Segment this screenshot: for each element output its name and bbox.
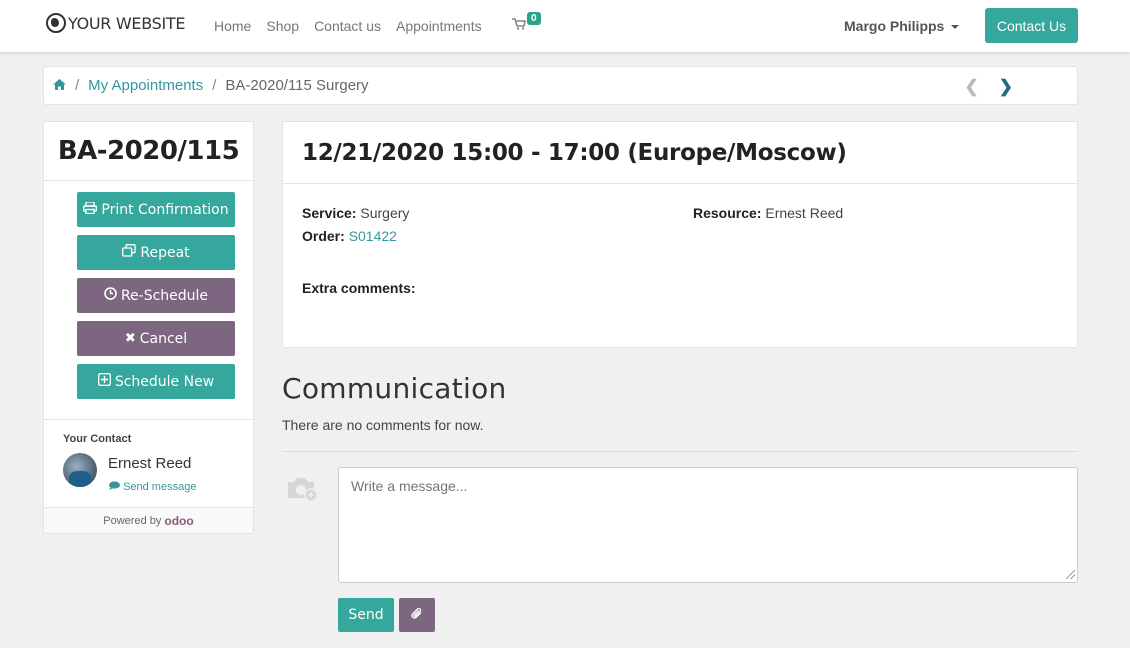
cart-icon: [512, 18, 526, 30]
avatar: [63, 453, 97, 487]
appointment-reference: BA-2020/115: [44, 122, 253, 181]
breadcrumb: / My Appointments / BA-2020/115 Surgery …: [43, 66, 1078, 105]
contact-us-button[interactable]: Contact Us: [985, 8, 1078, 43]
nav-home[interactable]: Home: [214, 18, 251, 34]
contact-name: Ernest Reed: [108, 455, 192, 472]
plus-square-icon: [97, 373, 111, 390]
resource-label: Resource:: [693, 205, 762, 221]
paperclip-icon: [411, 607, 423, 623]
resource-value: Ernest Reed: [765, 205, 844, 221]
resize-handle[interactable]: [1066, 570, 1075, 579]
print-icon: [83, 200, 98, 218]
service-label: Service:: [302, 205, 357, 221]
caret-down-icon: [951, 25, 960, 30]
cart-link[interactable]: 0: [512, 12, 541, 30]
camera-icon: [286, 474, 320, 502]
top-navbar: YOUR WEBSITE Home Shop Contact us Appoin…: [0, 0, 1130, 52]
nav-shop[interactable]: Shop: [266, 18, 299, 34]
chevron-left-icon[interactable]: ❮: [965, 77, 979, 97]
order-link[interactable]: S01422: [349, 228, 397, 244]
nav-appointments[interactable]: Appointments: [396, 18, 482, 34]
breadcrumb-separator: /: [212, 77, 217, 94]
breadcrumb-separator: /: [75, 77, 80, 94]
order-field: Order: S01422: [302, 228, 397, 244]
clock-icon: [104, 287, 117, 304]
repeat-label: Repeat: [140, 244, 190, 261]
powered-by-text: Powered by: [103, 514, 162, 527]
powered-by-footer: Powered by odoo: [44, 507, 253, 533]
breadcrumb-current: BA-2020/115 Surgery: [225, 77, 369, 94]
order-label: Order:: [302, 228, 345, 244]
record-pager: ❮ ❯: [965, 77, 1014, 97]
appointment-datetime: 12/21/2020 15:00 - 17:00 (Europe/Moscow): [283, 122, 1077, 184]
cancel-label: Cancel: [139, 330, 188, 347]
globe-icon: [46, 13, 66, 33]
your-contact-label: Your Contact: [63, 433, 132, 445]
send-message-link[interactable]: Send message: [109, 481, 196, 493]
home-icon[interactable]: [53, 78, 66, 93]
repeat-button[interactable]: Repeat: [77, 235, 235, 270]
extra-comments-label: Extra comments:: [302, 280, 416, 296]
comment-icon: [109, 481, 123, 493]
user-menu-dropdown[interactable]: Margo Philipps: [844, 18, 960, 34]
service-field: Service: Surgery: [302, 205, 409, 221]
copy-icon: [122, 244, 137, 261]
brand-logo[interactable]: YOUR WEBSITE: [46, 13, 186, 33]
divider: [282, 451, 1078, 452]
odoo-logo[interactable]: odoo: [164, 514, 193, 528]
communication-heading: Communication: [282, 372, 507, 405]
reschedule-button[interactable]: Re-Schedule: [77, 278, 235, 313]
cart-count-badge: 0: [527, 12, 541, 25]
schedule-new-button[interactable]: Schedule New: [77, 364, 235, 399]
attach-button[interactable]: [399, 598, 435, 632]
cancel-button[interactable]: ✖ Cancel: [77, 321, 235, 356]
send-message-label: Send message: [123, 481, 197, 493]
breadcrumb-my-appointments[interactable]: My Appointments: [88, 77, 203, 94]
send-button[interactable]: Send: [338, 598, 394, 632]
message-input[interactable]: [338, 467, 1078, 583]
service-value: Surgery: [360, 205, 410, 221]
nav-contact-us[interactable]: Contact us: [314, 18, 381, 34]
no-comments-text: There are no comments for now.: [282, 417, 484, 433]
chevron-right-icon[interactable]: ❯: [999, 77, 1013, 97]
appointment-sidebar: BA-2020/115 Print Confirmation Repeat Re…: [43, 121, 254, 534]
your-contact-section: Your Contact Ernest Reed Send message: [44, 419, 253, 508]
close-icon: ✖: [124, 331, 136, 346]
user-name: Margo Philipps: [844, 18, 945, 34]
extra-comments-field: Extra comments:: [302, 280, 416, 296]
reschedule-label: Re-Schedule: [120, 287, 209, 304]
print-confirmation-button[interactable]: Print Confirmation: [77, 192, 235, 227]
main-nav: Home Shop Contact us Appointments: [214, 18, 497, 34]
appointment-details-card: 12/21/2020 15:00 - 17:00 (Europe/Moscow)…: [282, 121, 1078, 348]
brand-name: YOUR WEBSITE: [68, 13, 186, 33]
resource-field: Resource: Ernest Reed: [693, 205, 843, 221]
print-confirmation-label: Print Confirmation: [101, 201, 229, 218]
schedule-new-label: Schedule New: [114, 373, 215, 390]
